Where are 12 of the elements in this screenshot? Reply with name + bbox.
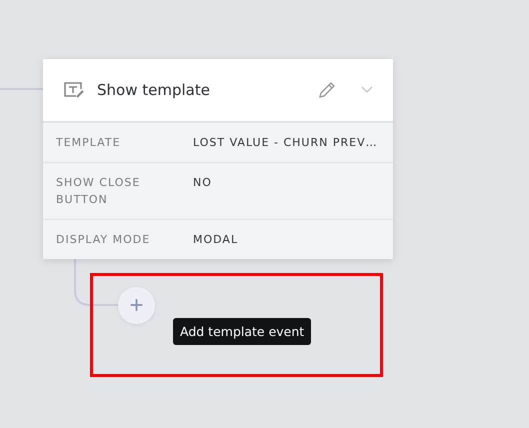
field-value: MODAL [193, 232, 240, 248]
card-title: Show template [97, 81, 211, 99]
add-button[interactable]: + [118, 287, 155, 324]
field-label: TEMPLATE [56, 135, 122, 151]
tooltip: Add template event [173, 318, 312, 345]
field-label: SHOW CLOSE BUTTON [56, 175, 142, 208]
edit-icon[interactable] [317, 80, 337, 100]
field-value: LOST VALUE - CHURN PREV… [193, 135, 379, 151]
chevron-icon[interactable] [361, 86, 373, 94]
template-text-icon [63, 81, 85, 99]
field-label: DISPLAY MODE [56, 232, 152, 248]
field-value: NO [193, 175, 213, 191]
